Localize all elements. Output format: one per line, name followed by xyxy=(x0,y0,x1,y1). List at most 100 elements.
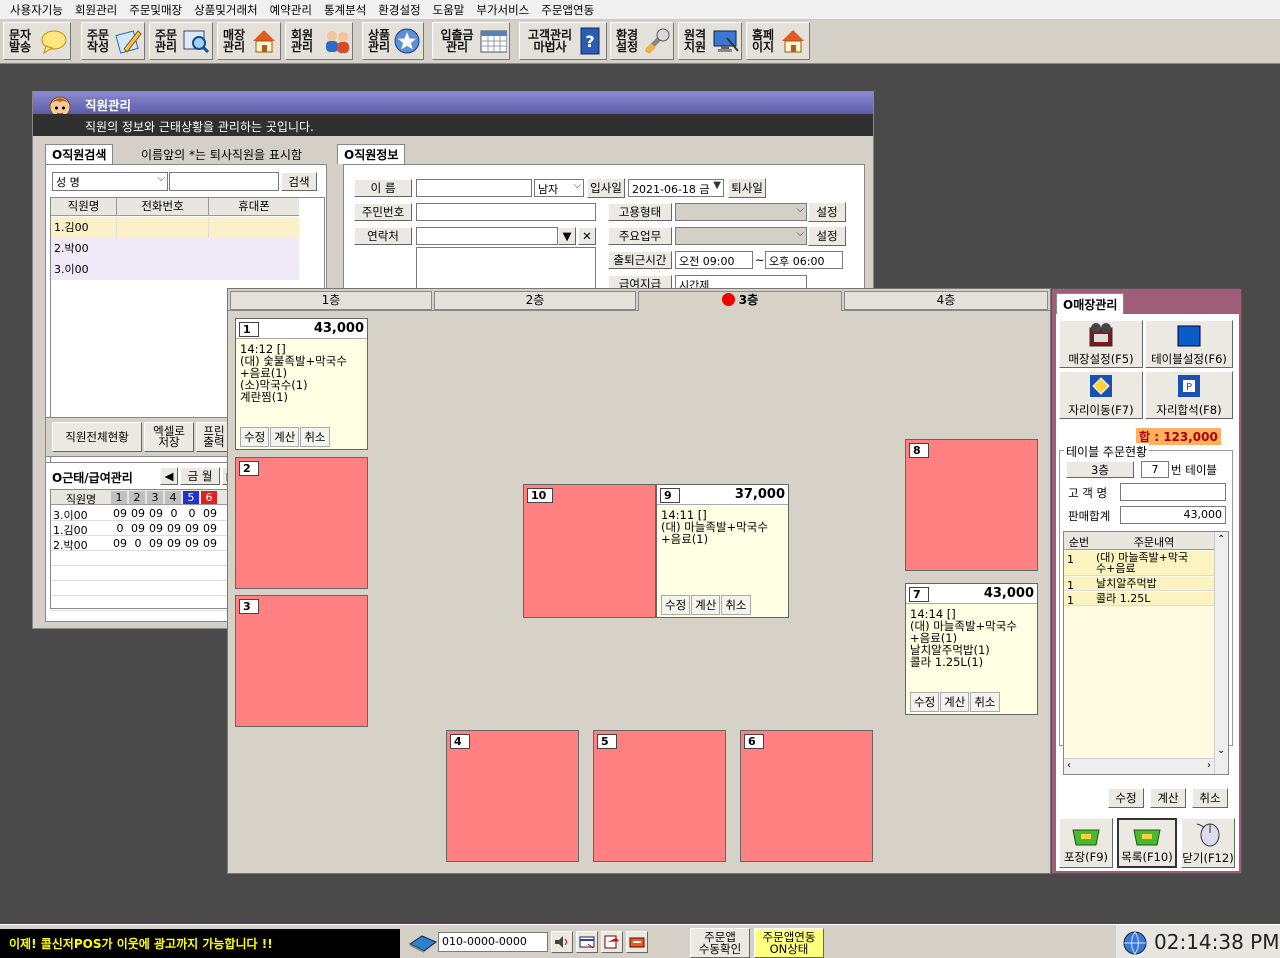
tab-floor-3[interactable]: 3층 xyxy=(638,291,842,311)
tab-staff-info[interactable]: O직원정보 xyxy=(337,144,406,164)
checkout-button[interactable]: 계산 xyxy=(940,692,970,712)
menu-order-store[interactable]: 주문및매장 xyxy=(123,2,188,18)
duty-select[interactable]: ⌵ xyxy=(675,227,807,245)
edit-order-button[interactable]: 수정 xyxy=(1108,788,1144,808)
delivery-icon[interactable] xyxy=(626,931,648,953)
table-card-2[interactable]: 2 xyxy=(235,457,368,589)
app-manual-check-button[interactable]: 주문앱 수동확인 xyxy=(690,928,750,958)
store-settings-button[interactable]: 매장설정(F5) xyxy=(1059,320,1143,368)
order-items-list[interactable]: 순번 주문내역 1 (대) 마늘족발+막국 수+음료 1 날치알주먹밥 1 콜라 1.25… xyxy=(1063,531,1229,775)
cancel-order-button[interactable]: 취소 xyxy=(1192,788,1228,808)
search-field-select[interactable]: 성 명 ⌵ xyxy=(52,172,168,191)
menu-member[interactable]: 회원관리 xyxy=(69,2,123,18)
table-card-10[interactable]: 10 xyxy=(523,484,656,618)
list-item[interactable]: 1 (대) 마늘족발+막국 수+음료 xyxy=(1064,551,1214,576)
checkout-button[interactable]: 계산 xyxy=(270,427,300,447)
scroll-down-icon[interactable]: ⌄ xyxy=(1217,745,1225,756)
app-link-status[interactable]: 주문앱연동 ON상태 xyxy=(754,928,824,958)
attendance-row[interactable]: 2.박00 09 0 09 09 09 09 xyxy=(51,536,241,552)
cancel-button[interactable]: 취소 xyxy=(970,692,1000,712)
contact-clear-icon[interactable]: ✕ xyxy=(578,227,596,245)
remote-support-button[interactable]: 원격 지원 xyxy=(678,22,742,60)
search-input[interactable] xyxy=(169,172,279,191)
scroll-up-icon[interactable]: ⌃ xyxy=(1217,534,1225,545)
out-time-input[interactable]: 오후 06:00 xyxy=(765,251,843,269)
contact-list[interactable] xyxy=(416,247,596,292)
list-item[interactable]: 1 날치알주먹밥 xyxy=(1064,577,1214,592)
scroll-left-icon[interactable]: ‹ xyxy=(1067,760,1071,771)
menu-settings[interactable]: 환경설정 xyxy=(372,2,426,18)
employ-set-button[interactable]: 설정 xyxy=(808,202,846,222)
customer-wizard-button[interactable]: 고객관리 마법사 ? xyxy=(519,22,607,60)
table-card-7[interactable]: 7 43,000 14:14 [] (대) 마늘족발+막국수 +음료(1) 날치… xyxy=(905,583,1038,715)
table-card-5[interactable]: 5 xyxy=(593,730,726,862)
tab-store-manage[interactable]: O매장관리 xyxy=(1056,293,1125,315)
edit-button[interactable]: 수정 xyxy=(910,692,940,712)
in-time-input[interactable]: 오전 09:00 xyxy=(675,251,753,269)
gender-select[interactable]: 남자 ⌵ xyxy=(534,179,584,197)
contact-input[interactable] xyxy=(416,227,558,245)
edit-button[interactable]: 수정 xyxy=(661,595,691,615)
store-manage-button[interactable]: 매장 관리 xyxy=(217,22,281,60)
menu-user-functions[interactable]: 사용자기능 xyxy=(4,2,69,18)
ad-banner[interactable]: 이제! 콜신저POS가 이웃에 광고까지 가능합니다 !! xyxy=(0,929,400,958)
cancel-button[interactable]: 취소 xyxy=(300,427,330,447)
table-card-4[interactable]: 4 xyxy=(446,730,579,862)
checkout-button[interactable]: 계산 xyxy=(691,595,721,615)
table-row[interactable]: 1.김00 xyxy=(51,217,299,238)
table-row[interactable]: 2.박00 xyxy=(51,238,299,259)
send-sms-button[interactable]: 문자 발송 xyxy=(3,22,71,60)
table-card-6[interactable]: 6 xyxy=(740,730,873,862)
checkout-order-button[interactable]: 계산 xyxy=(1150,788,1186,808)
retire-date-button[interactable]: 퇴사일 xyxy=(728,178,766,198)
employ-type-select[interactable]: ⌵ xyxy=(675,203,807,221)
table-settings-button[interactable]: 테이블설정(F6) xyxy=(1145,320,1233,368)
table-row[interactable]: 3.이00 xyxy=(51,259,299,280)
order-sheet-icon[interactable] xyxy=(601,931,623,953)
table-card-9[interactable]: 9 37,000 14:11 [] (대) 마늘족발+막국수 +음료(1) 수정… xyxy=(656,484,789,618)
tab-floor-2[interactable]: 2층 xyxy=(434,291,636,310)
order-list-hscrollbar[interactable]: ‹ › xyxy=(1064,758,1214,774)
list-item[interactable]: 1 콜라 1.25L xyxy=(1064,592,1214,607)
order-write-button[interactable]: 주문 작성 xyxy=(81,22,145,60)
seat-merge-button[interactable]: P 자리합석(F8) xyxy=(1145,371,1233,419)
card-icon[interactable] xyxy=(576,931,598,953)
duty-set-button[interactable]: 설정 xyxy=(808,226,846,246)
edit-button[interactable]: 수정 xyxy=(240,427,270,447)
takeout-button[interactable]: 포장(F9) xyxy=(1059,818,1113,868)
order-list-scrollbar[interactable]: ⌃ ⌄ xyxy=(1214,532,1228,774)
menu-product-vendor[interactable]: 상품및거래처 xyxy=(188,2,263,18)
search-button[interactable]: 검색 xyxy=(281,172,317,191)
table-card-1[interactable]: 1 43,000 14:12 [] (대) 숯불족발+막국수 +음료(1) (소… xyxy=(235,318,368,450)
cancel-button[interactable]: 취소 xyxy=(721,595,751,615)
attendance-row[interactable]: 1.김00 0 09 09 09 09 09 xyxy=(51,521,241,537)
list-button[interactable]: 목록(F10) xyxy=(1117,818,1177,868)
rrn-input[interactable] xyxy=(416,203,596,221)
prev-month-button[interactable]: ◀ xyxy=(160,467,178,485)
excel-save-button[interactable]: 엑셀로 저장 xyxy=(144,422,194,452)
menu-statistics[interactable]: 통계분석 xyxy=(318,2,372,18)
caller-id-field[interactable]: 010-0000-0000 xyxy=(438,932,548,952)
customer-name-input[interactable] xyxy=(1120,483,1226,501)
menu-extra-services[interactable]: 부가서비스 xyxy=(470,2,535,18)
seat-move-button[interactable]: 자리이동(F7) xyxy=(1059,371,1143,419)
staff-overview-button[interactable]: 직원전체현황 xyxy=(52,422,142,452)
menu-order-app[interactable]: 주문앱연동 xyxy=(535,2,600,18)
scroll-right-icon[interactable]: › xyxy=(1207,760,1211,771)
menu-reservation[interactable]: 예약관리 xyxy=(264,2,318,18)
tab-floor-1[interactable]: 1층 xyxy=(230,291,432,310)
cash-manage-button[interactable]: 입출금 관리 xyxy=(432,22,510,60)
homepage-button[interactable]: 홈페 이지 xyxy=(746,22,810,60)
settings-button[interactable]: 환경 설정 xyxy=(610,22,674,60)
tab-staff-search[interactable]: O직원검색 xyxy=(45,144,114,164)
product-manage-button[interactable]: 상품 관리 xyxy=(362,22,424,60)
attendance-grid[interactable]: 직원명 1 2 3 4 5 6 3.이00 09 09 09 0 0 09 1.김00 0 09 0… xyxy=(50,489,241,611)
order-manage-button[interactable]: 주문 관리 xyxy=(149,22,213,60)
contact-dropdown-icon[interactable]: ▼ xyxy=(558,227,576,245)
name-input[interactable] xyxy=(416,179,532,197)
attendance-row[interactable]: 3.이00 09 09 09 0 0 09 xyxy=(51,506,241,522)
table-card-3[interactable]: 3 xyxy=(235,595,368,727)
close-button[interactable]: 닫기(F12) xyxy=(1181,818,1235,868)
table-card-8[interactable]: 8 xyxy=(905,439,1038,571)
menu-help[interactable]: 도움말 xyxy=(427,2,471,18)
